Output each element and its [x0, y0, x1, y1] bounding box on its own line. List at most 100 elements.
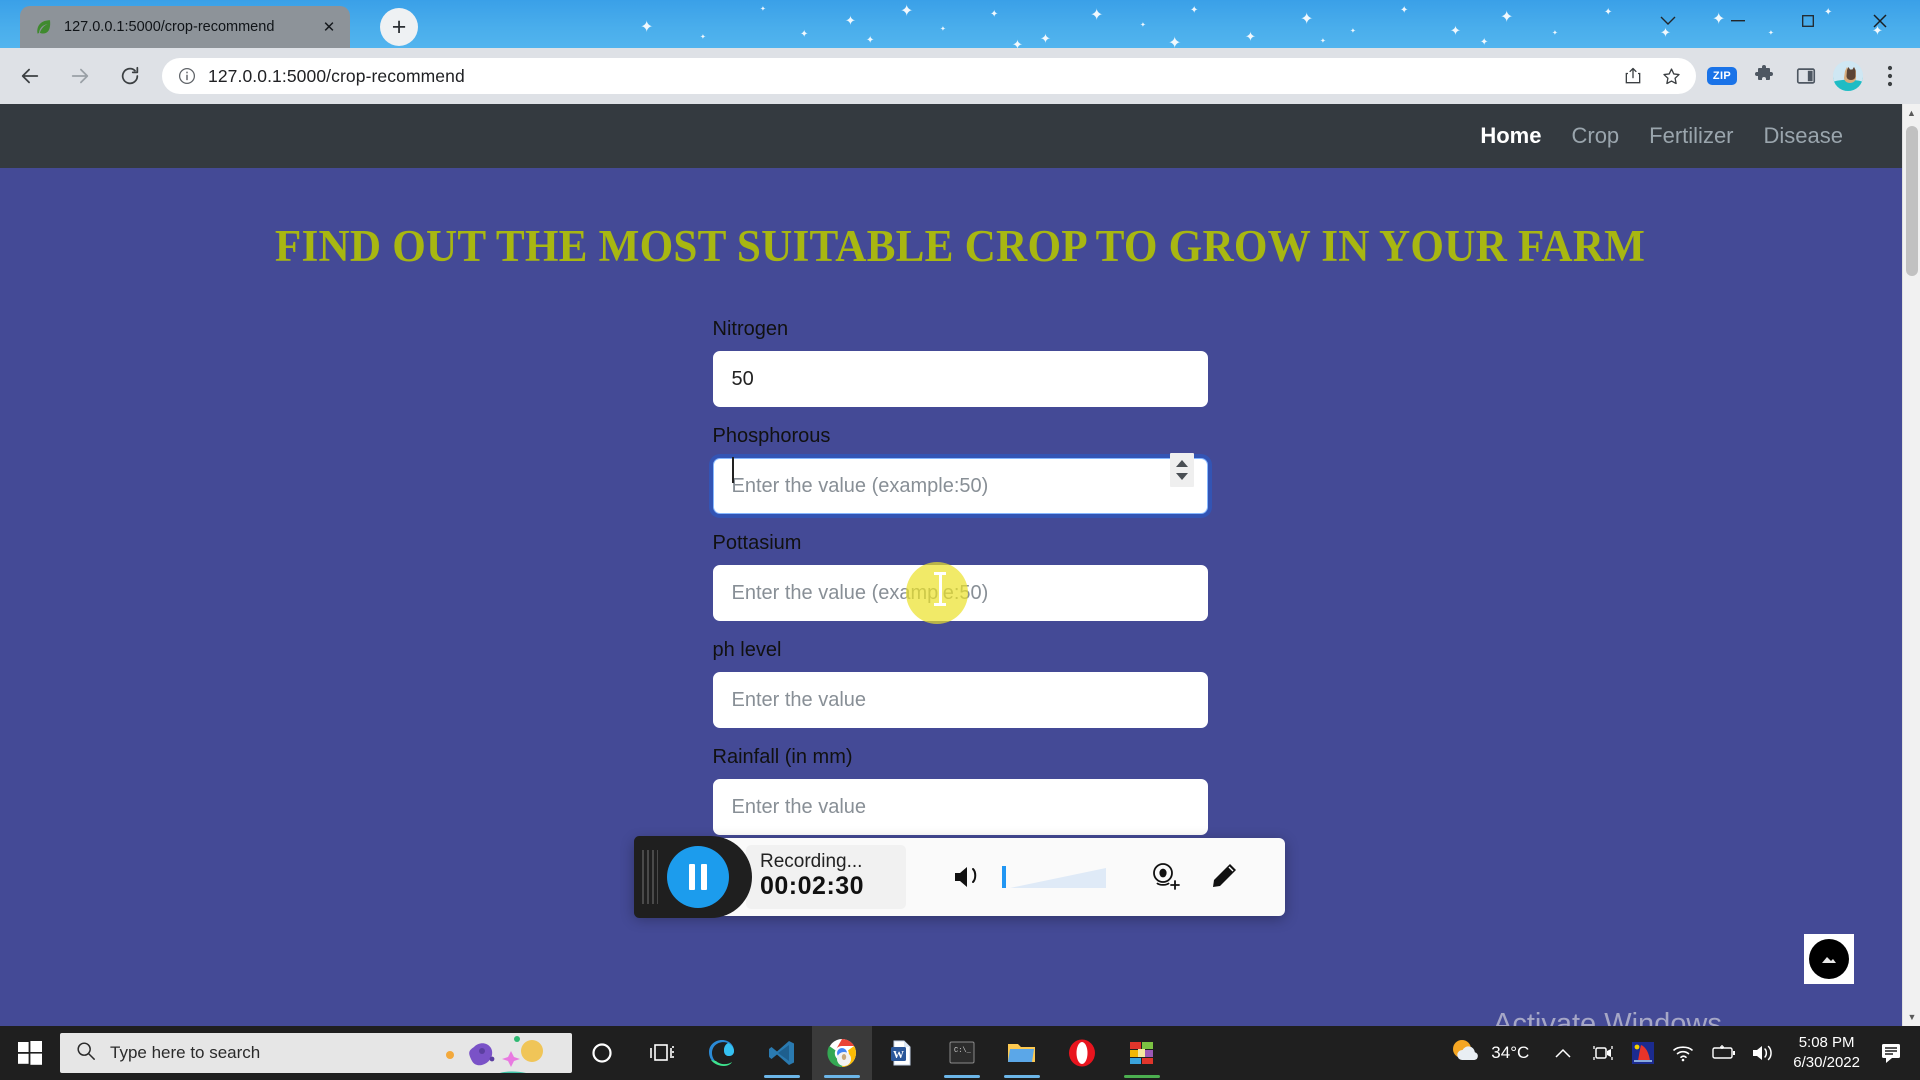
- decorative-star-icon: ✦: [1040, 31, 1051, 46]
- decorative-star-icon: ✦: [1500, 9, 1514, 26]
- extensions-puzzle-icon[interactable]: [1744, 56, 1784, 96]
- cortana-icon[interactable]: [572, 1026, 632, 1080]
- task-view-icon[interactable]: [632, 1026, 692, 1080]
- windows-start-icon[interactable]: [0, 1041, 60, 1065]
- scrollbar-thumb[interactable]: [1906, 126, 1918, 276]
- label-phosphorous: Phosphorous: [712, 425, 831, 447]
- pause-icon-bar-right: [701, 864, 707, 890]
- svg-text:C:\_: C:\_: [954, 1047, 972, 1055]
- recording-status-box: Recording... 00:02:30: [746, 844, 906, 910]
- show-hidden-icons-chevron[interactable]: [1543, 1026, 1583, 1080]
- chevron-down-icon[interactable]: [1642, 0, 1694, 42]
- decorative-star-icon: ✦: [1604, 7, 1613, 18]
- spinner-down-arrow-icon[interactable]: [1175, 472, 1188, 480]
- new-tab-button[interactable]: +: [380, 8, 418, 46]
- zip-extension-icon[interactable]: ZIP: [1702, 56, 1742, 96]
- decorative-star-icon: ✦: [845, 13, 856, 28]
- nav-link-crop[interactable]: Crop: [1556, 123, 1634, 149]
- scroll-up-arrow-icon[interactable]: ▲: [1903, 104, 1920, 122]
- back-button[interactable]: [10, 56, 50, 96]
- decorative-star-icon: ✦: [1168, 35, 1182, 49]
- scroll-down-arrow-icon[interactable]: ▼: [1903, 1008, 1920, 1026]
- decorative-star-icon: ✦: [1400, 5, 1409, 16]
- ph-level-input[interactable]: [712, 672, 1208, 728]
- recording-status-label: Recording...: [760, 850, 863, 872]
- decorative-star-icon: ✦: [1140, 22, 1146, 29]
- pause-button[interactable]: [667, 846, 729, 908]
- decorative-star-icon: ✦: [900, 3, 914, 20]
- profile-avatar[interactable]: [1828, 56, 1868, 96]
- temperature-text: 34°C: [1491, 1043, 1530, 1062]
- winrar-icon[interactable]: [1112, 1026, 1172, 1080]
- file-explorer-icon[interactable]: [992, 1026, 1052, 1080]
- watermark-title: Activate Windows: [1493, 1008, 1722, 1026]
- wifi-icon[interactable]: [1663, 1026, 1703, 1080]
- opera-browser-icon[interactable]: [1052, 1026, 1112, 1080]
- webcam-preview-widget[interactable]: [1804, 934, 1854, 984]
- recording-timer: 00:02:30: [760, 872, 865, 901]
- info-icon[interactable]: [178, 67, 196, 85]
- decorative-star-icon: ✦: [1480, 37, 1489, 48]
- nav-link-fertilizer[interactable]: Fertilizer: [1634, 123, 1748, 149]
- spinner-up-arrow-icon[interactable]: [1175, 459, 1188, 467]
- decorative-star-icon: ✦: [1552, 30, 1558, 37]
- visual-studio-code-icon[interactable]: [752, 1026, 812, 1080]
- field-ph-level: ph level: [712, 639, 1208, 728]
- avatar: [1833, 61, 1863, 91]
- page-scrollbar[interactable]: ▲ ▼: [1902, 104, 1920, 1026]
- speaker-volume-icon[interactable]: [1743, 1026, 1783, 1080]
- nitrogen-input[interactable]: [712, 351, 1208, 407]
- clock-time: 5:08 PM: [1798, 1033, 1855, 1051]
- weather-sun-cloud-icon: [1451, 1038, 1481, 1069]
- decorative-star-icon: ✦: [1300, 11, 1314, 28]
- clock-date: 6/30/2022: [1793, 1054, 1860, 1071]
- share-icon[interactable]: [1616, 59, 1650, 93]
- pencil-draw-icon[interactable]: [1194, 862, 1252, 892]
- microsoft-edge-icon[interactable]: [692, 1026, 752, 1080]
- colorful-app-icon[interactable]: [1623, 1026, 1663, 1080]
- forward-button[interactable]: [60, 56, 100, 96]
- camera-recording-icon[interactable]: [1583, 1026, 1623, 1080]
- decorative-star-icon: ✦: [1350, 28, 1356, 35]
- browser-tab[interactable]: 127.0.0.1:5000/crop-recommend ✕: [20, 6, 350, 48]
- grip-lines-icon: [642, 850, 658, 904]
- three-dot-menu-icon[interactable]: [1870, 56, 1910, 96]
- url-text: 127.0.0.1:5000/crop-recommend: [208, 65, 465, 86]
- add-webcam-icon[interactable]: [1136, 861, 1194, 893]
- rainfall-input[interactable]: [712, 779, 1208, 835]
- minimize-button[interactable]: [1712, 0, 1764, 42]
- nav-link-home[interactable]: Home: [1465, 123, 1556, 149]
- decorative-star-icon: ✦: [1245, 29, 1256, 44]
- svg-text:W: W: [893, 1049, 904, 1061]
- tab-title: 127.0.0.1:5000/crop-recommend: [64, 19, 275, 35]
- decorative-star-icon: ✦: [866, 35, 875, 46]
- decorative-star-icon: ✦: [1090, 7, 1104, 24]
- search-input[interactable]: Type here to search: [60, 1033, 572, 1073]
- label-ph-level: ph level: [712, 639, 782, 661]
- microsoft-word-icon[interactable]: W: [872, 1026, 932, 1080]
- weather-widget[interactable]: 34°C: [1447, 1038, 1543, 1069]
- notifications-icon[interactable]: [1870, 1026, 1914, 1080]
- taskbar-running-underline: [764, 1075, 800, 1078]
- volume-level-wedge[interactable]: [1002, 864, 1112, 890]
- bookmark-star-icon[interactable]: [1654, 59, 1688, 93]
- decorative-star-icon: ✦: [800, 29, 809, 40]
- close-icon[interactable]: ✕: [318, 16, 340, 38]
- battery-charging-icon[interactable]: [1703, 1026, 1743, 1080]
- search-icon: [76, 1041, 96, 1066]
- number-spinner[interactable]: [1169, 452, 1194, 487]
- side-panel-icon[interactable]: [1786, 56, 1826, 96]
- microphone-muted-icon[interactable]: [940, 862, 998, 892]
- address-bar[interactable]: 127.0.0.1:5000/crop-recommend: [162, 58, 1696, 94]
- phosphorous-input[interactable]: [712, 458, 1208, 514]
- taskbar-clock[interactable]: 5:08 PM 6/30/2022: [1783, 1033, 1870, 1074]
- system-tray: 34°C 5:08 PM 6/30/2022: [1447, 1026, 1920, 1080]
- label-rainfall: Rainfall (in mm): [712, 746, 853, 768]
- window-close-button[interactable]: [1854, 0, 1906, 42]
- command-prompt-icon[interactable]: C:\_: [932, 1026, 992, 1080]
- google-chrome-icon[interactable]: [812, 1026, 872, 1080]
- pause-icon-bar-left: [689, 864, 695, 890]
- reload-button[interactable]: [110, 56, 150, 96]
- maximize-button[interactable]: [1782, 0, 1834, 42]
- nav-link-disease[interactable]: Disease: [1749, 123, 1858, 149]
